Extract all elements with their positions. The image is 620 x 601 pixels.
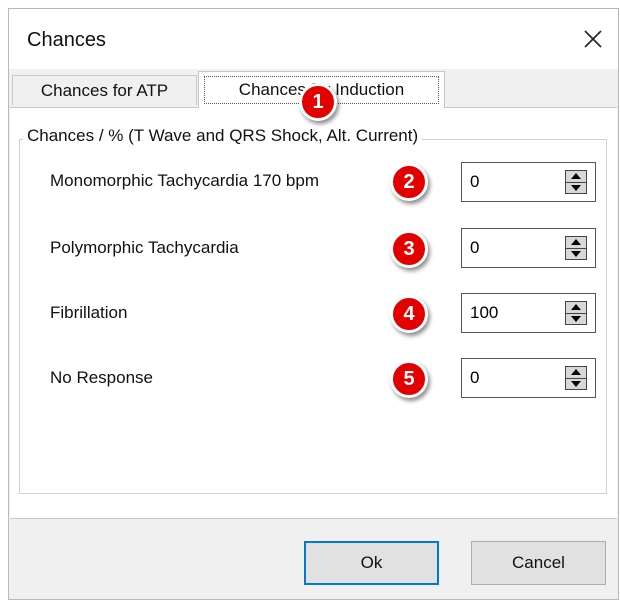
spin-up-icon[interactable]: [566, 302, 586, 313]
spin-down-icon[interactable]: [566, 247, 586, 259]
row-label-no-response: No Response: [50, 368, 154, 387]
spin-down-icon[interactable]: [566, 181, 586, 193]
spin-buttons[interactable]: [565, 170, 587, 194]
spin-value[interactable]: 0: [470, 368, 479, 388]
close-icon: [584, 30, 602, 48]
spin-polymorphic[interactable]: 0: [461, 228, 596, 268]
spin-buttons[interactable]: [565, 236, 587, 260]
dialog-title: Chances: [27, 29, 106, 51]
spin-value[interactable]: 0: [470, 238, 479, 258]
tab-label: Chances for ATP: [40, 80, 169, 100]
spin-up-icon[interactable]: [566, 171, 586, 182]
spin-monomorphic[interactable]: 0: [461, 162, 596, 202]
close-button[interactable]: [568, 9, 618, 69]
spin-down-icon[interactable]: [566, 377, 586, 389]
spin-up-icon[interactable]: [566, 367, 586, 378]
title-bar: Chances: [9, 9, 618, 69]
cancel-button[interactable]: Cancel: [471, 541, 606, 585]
spin-buttons[interactable]: [565, 366, 587, 390]
spin-no-response[interactable]: 0: [461, 358, 596, 398]
spin-fibrillation[interactable]: 100: [461, 293, 596, 333]
callout-marker-4: 4: [390, 295, 428, 333]
spin-buttons[interactable]: [565, 301, 587, 325]
spin-value[interactable]: 100: [470, 303, 498, 323]
row-label-polymorphic: Polymorphic Tachycardia: [50, 238, 239, 257]
ok-button[interactable]: Ok: [304, 541, 439, 585]
callout-marker-5: 5: [390, 360, 428, 398]
spin-up-icon[interactable]: [566, 237, 586, 248]
spin-down-icon[interactable]: [566, 312, 586, 324]
chances-dialog: Chances Chances / % (T Wave and QRS Shoc…: [8, 8, 619, 600]
row-label-fibrillation: Fibrillation: [50, 303, 128, 322]
groupbox-legend: Chances / % (T Wave and QRS Shock, Alt. …: [23, 126, 423, 146]
callout-marker-2: 2: [390, 163, 428, 201]
callout-marker-3: 3: [390, 230, 428, 268]
tab-chances-for-atp[interactable]: Chances for ATP: [12, 75, 197, 105]
tab-panel-induction: Chances / % (T Wave and QRS Shock, Alt. …: [10, 107, 617, 519]
row-label-monomorphic: Monomorphic Tachycardia 170 bpm: [50, 171, 319, 190]
callout-marker-1: 1: [299, 83, 337, 121]
spin-value[interactable]: 0: [470, 172, 479, 192]
